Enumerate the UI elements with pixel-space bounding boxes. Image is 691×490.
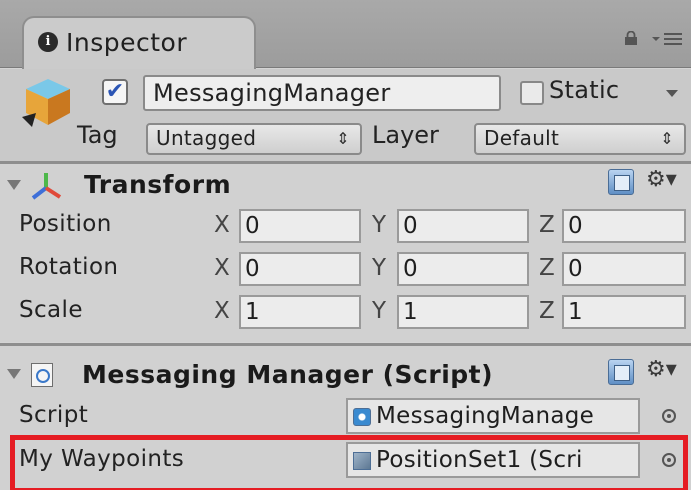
- static-label: Static: [549, 76, 620, 104]
- axis-y-label: Y: [372, 298, 387, 324]
- gear-icon[interactable]: ⚙▾: [646, 359, 677, 383]
- gameobject-header: ✔ MessagingManager Static Tag Untagged ⇕…: [0, 69, 691, 161]
- object-picker-icon[interactable]: [662, 409, 676, 423]
- my-waypoints-value: PositionSet1 (Scri: [376, 447, 583, 473]
- rotation-label: Rotation: [19, 254, 119, 280]
- active-checkbox[interactable]: ✔: [102, 79, 128, 105]
- updown-arrows-icon: ⇕: [336, 129, 350, 148]
- axis-y-label: Y: [372, 212, 387, 238]
- scriptable-object-asset-icon: [353, 452, 371, 470]
- scale-x-field[interactable]: 1: [239, 295, 361, 329]
- gear-icon[interactable]: ⚙▾: [646, 169, 677, 193]
- script-object-field[interactable]: MessagingManage: [346, 398, 640, 434]
- rotation-x-field[interactable]: 0: [239, 252, 361, 286]
- script-field-value: MessagingManage: [376, 403, 595, 429]
- object-picker-icon[interactable]: [662, 453, 676, 467]
- static-checkbox[interactable]: [520, 81, 544, 105]
- script-component-title: Messaging Manager (Script): [82, 360, 494, 389]
- tab-title: Inspector: [66, 28, 188, 57]
- layer-dropdown[interactable]: Default ⇕: [474, 123, 686, 155]
- transform-title: Transform: [84, 170, 232, 199]
- my-waypoints-label: My Waypoints: [19, 446, 185, 472]
- gameobject-name-field[interactable]: MessagingManager: [143, 75, 501, 111]
- script-asset-icon: [353, 408, 371, 426]
- position-x-field[interactable]: 0: [239, 209, 361, 243]
- position-z-field[interactable]: 0: [562, 209, 686, 243]
- csharp-script-icon: [31, 363, 53, 387]
- scale-label: Scale: [19, 297, 83, 323]
- position-y-field[interactable]: 0: [397, 209, 529, 243]
- transform-component: Transform ⚙▾ Position X 0 Y 0 Z 0 Rotati…: [0, 164, 691, 342]
- axis-x-label: X: [214, 298, 230, 324]
- checkmark-icon: ✔: [105, 79, 125, 104]
- layer-label: Layer: [372, 121, 439, 149]
- rotation-y-field[interactable]: 0: [397, 252, 529, 286]
- tag-value: Untagged: [156, 126, 257, 150]
- inspector-tab[interactable]: i Inspector: [22, 16, 256, 69]
- axis-z-label: Z: [539, 255, 555, 281]
- transform-axes-icon: [31, 173, 62, 200]
- position-label: Position: [19, 211, 112, 237]
- foldout-arrow-icon[interactable]: [7, 180, 21, 190]
- static-dropdown-arrow-icon[interactable]: [665, 89, 679, 98]
- tag-label: Tag: [77, 121, 118, 149]
- my-waypoints-object-field[interactable]: PositionSet1 (Scri: [346, 442, 640, 478]
- axis-y-label: Y: [372, 255, 387, 281]
- axis-z-label: Z: [539, 212, 555, 238]
- foldout-arrow-icon[interactable]: [7, 369, 21, 379]
- tag-dropdown[interactable]: Untagged ⇕: [146, 123, 362, 155]
- axis-x-label: X: [214, 255, 230, 281]
- gameobject-cube-icon: [22, 79, 70, 127]
- scale-z-field[interactable]: 1: [562, 295, 686, 329]
- rotation-z-field[interactable]: 0: [562, 252, 686, 286]
- info-icon: i: [38, 32, 58, 52]
- layer-value: Default: [484, 126, 560, 150]
- axis-z-label: Z: [539, 298, 555, 324]
- updown-arrows-icon: ⇕: [660, 129, 674, 148]
- inspector-tab-bar: i Inspector: [0, 0, 691, 69]
- help-book-icon[interactable]: [608, 359, 634, 385]
- script-field-label: Script: [19, 402, 89, 428]
- scale-y-field[interactable]: 1: [397, 295, 529, 329]
- tab-menu-icon[interactable]: [650, 30, 684, 46]
- axis-x-label: X: [214, 212, 230, 238]
- lock-icon[interactable]: [624, 31, 638, 45]
- help-book-icon[interactable]: [608, 169, 634, 195]
- messaging-manager-component: Messaging Manager (Script) ⚙▾ Script Mes…: [0, 346, 691, 490]
